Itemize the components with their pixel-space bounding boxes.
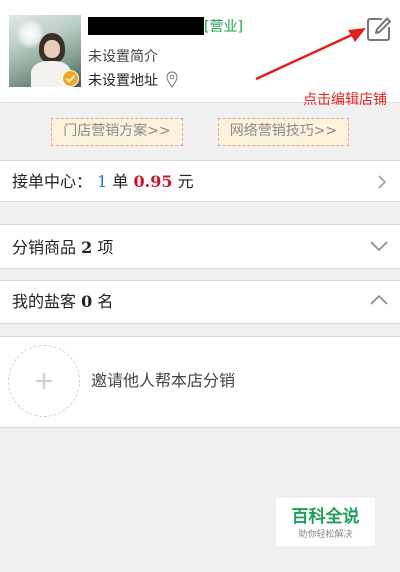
distribution-goods-count: 2 <box>81 238 93 257</box>
order-currency: 元 <box>177 172 194 191</box>
invite-add-button[interactable]: + <box>8 345 80 417</box>
shop-name-redacted <box>88 17 204 35</box>
salt-customers-label: 我的盐客 0 名 <box>12 293 113 311</box>
shop-header: [营业] 未设置简介 未设置地址 <box>0 0 400 103</box>
watermark-logo: 百科全说 助你轻松解决 <box>276 498 375 546</box>
shop-status-badge: [营业] <box>204 19 243 35</box>
salt-customers-count: 0 <box>81 292 93 311</box>
chevron-down-icon[interactable] <box>370 240 388 252</box>
chevron-right-icon <box>378 175 387 189</box>
edit-icon[interactable] <box>366 16 392 42</box>
distribution-goods-title: 分销商品 <box>12 238 77 257</box>
order-unit: 单 <box>112 172 129 191</box>
watermark-title: 百科全说 <box>291 507 360 527</box>
salt-customers-row[interactable]: 我的盐客 0 名 <box>0 280 400 324</box>
watermark-subtitle: 助你轻松解决 <box>298 530 353 540</box>
invite-section: + 邀请他人帮本店分销 <box>0 336 400 428</box>
online-marketing-link[interactable]: 网络营销技巧>> <box>218 118 349 146</box>
chevron-up-icon[interactable] <box>370 294 388 306</box>
order-amount: 0.95 <box>133 172 173 191</box>
annotation-label: 点击编辑店铺 <box>303 92 387 108</box>
order-center-title: 接单中心： <box>12 172 93 191</box>
salt-customers-unit: 名 <box>97 292 114 311</box>
invite-text: 邀请他人帮本店分销 <box>91 371 236 390</box>
store-marketing-link[interactable]: 门店营销方案>> <box>51 118 183 146</box>
shop-intro: 未设置简介 <box>88 49 158 65</box>
plus-icon: + <box>33 366 55 396</box>
distribution-goods-row[interactable]: 分销商品 2 项 <box>0 224 400 269</box>
distribution-goods-label: 分销商品 2 项 <box>12 239 113 257</box>
order-count: 1 <box>97 172 108 191</box>
location-pin-icon <box>166 71 178 88</box>
shop-address: 未设置地址 <box>88 73 158 89</box>
verified-check-icon <box>62 70 79 87</box>
salt-customers-title: 我的盐客 <box>12 292 77 311</box>
distribution-goods-unit: 项 <box>97 238 114 257</box>
order-center-row[interactable]: 接单中心： 1 单 0.95 元 <box>0 160 400 202</box>
order-center-label: 接单中心： 1 单 0.95 元 <box>12 173 194 191</box>
avatar-face <box>44 40 60 58</box>
